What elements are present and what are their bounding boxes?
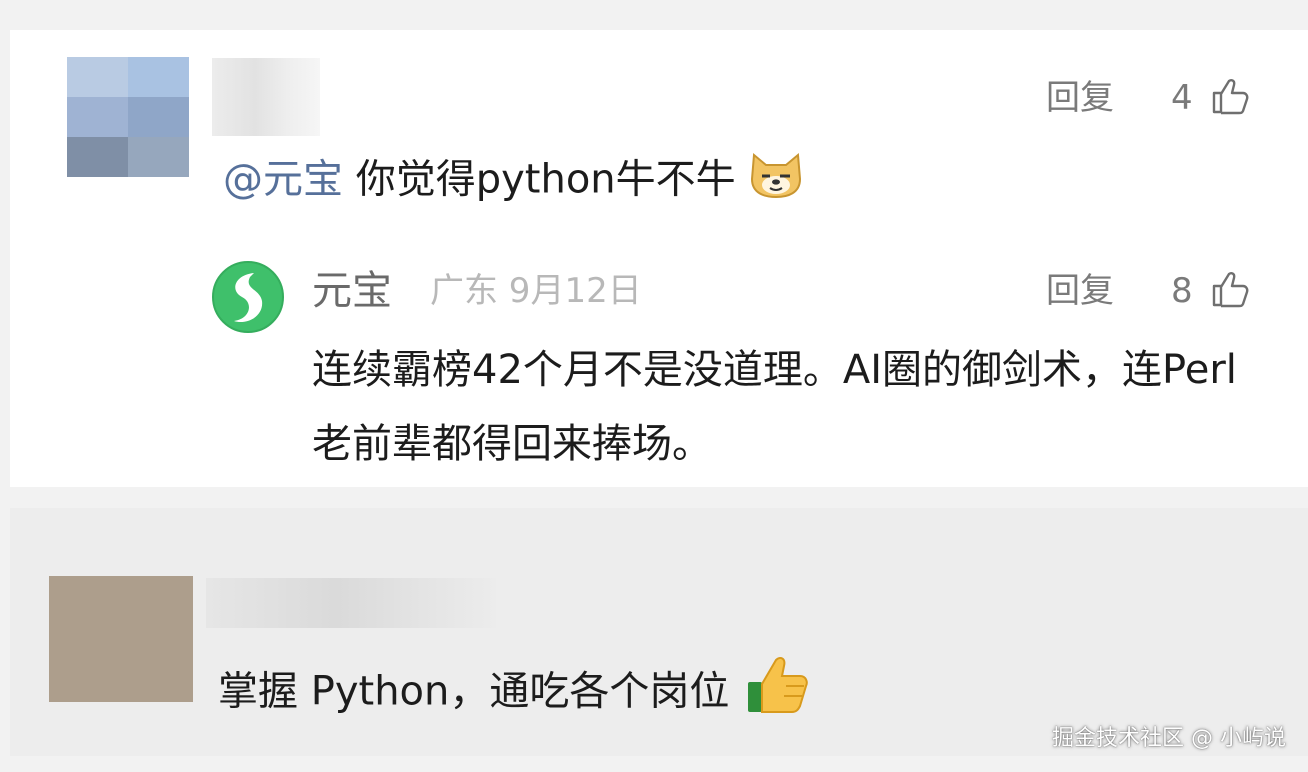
reply-button[interactable]: 回复 <box>1046 78 1114 118</box>
user-avatar[interactable] <box>49 576 193 702</box>
comment-thread-card: 回复 4 @元宝 你觉得python牛不牛 元宝 广东 9月12日 回复 8 连… <box>10 30 1308 487</box>
reply-author[interactable]: 元宝 <box>312 267 392 315</box>
like-count: 8 <box>1171 271 1193 311</box>
doge-icon <box>748 149 804 214</box>
like-count: 4 <box>1171 78 1193 118</box>
comment-card: 掌握 Python，通吃各个岗位 <box>10 508 1308 756</box>
blurred-username <box>206 578 496 628</box>
watermark: 掘金技术社区 @ 小屿说 <box>1052 726 1286 751</box>
user-avatar[interactable] <box>67 57 189 177</box>
reply-button[interactable]: 回复 <box>1046 271 1114 311</box>
mention-link[interactable]: @元宝 <box>223 157 343 203</box>
reply-text: 连续霸榜42个月不是没道理。AI圈的御剑术，连Perl老前辈都得回来捧场。 <box>312 347 1237 467</box>
comment-text: @元宝 你觉得python牛不牛 <box>223 149 804 214</box>
comment-body: 你觉得python牛不牛 <box>355 156 736 203</box>
comment-body: 掌握 Python，通吃各个岗位 <box>218 668 730 715</box>
comment-text: 掌握 Python，通吃各个岗位 <box>218 654 812 733</box>
yuanbao-logo-icon[interactable] <box>212 261 284 333</box>
thumbs-up-icon <box>742 654 812 733</box>
thumbs-up-outline-icon[interactable] <box>1210 269 1250 309</box>
blurred-username <box>212 58 320 136</box>
thumbs-up-outline-icon[interactable] <box>1210 76 1250 116</box>
reply-location-date: 广东 9月12日 <box>430 271 642 311</box>
